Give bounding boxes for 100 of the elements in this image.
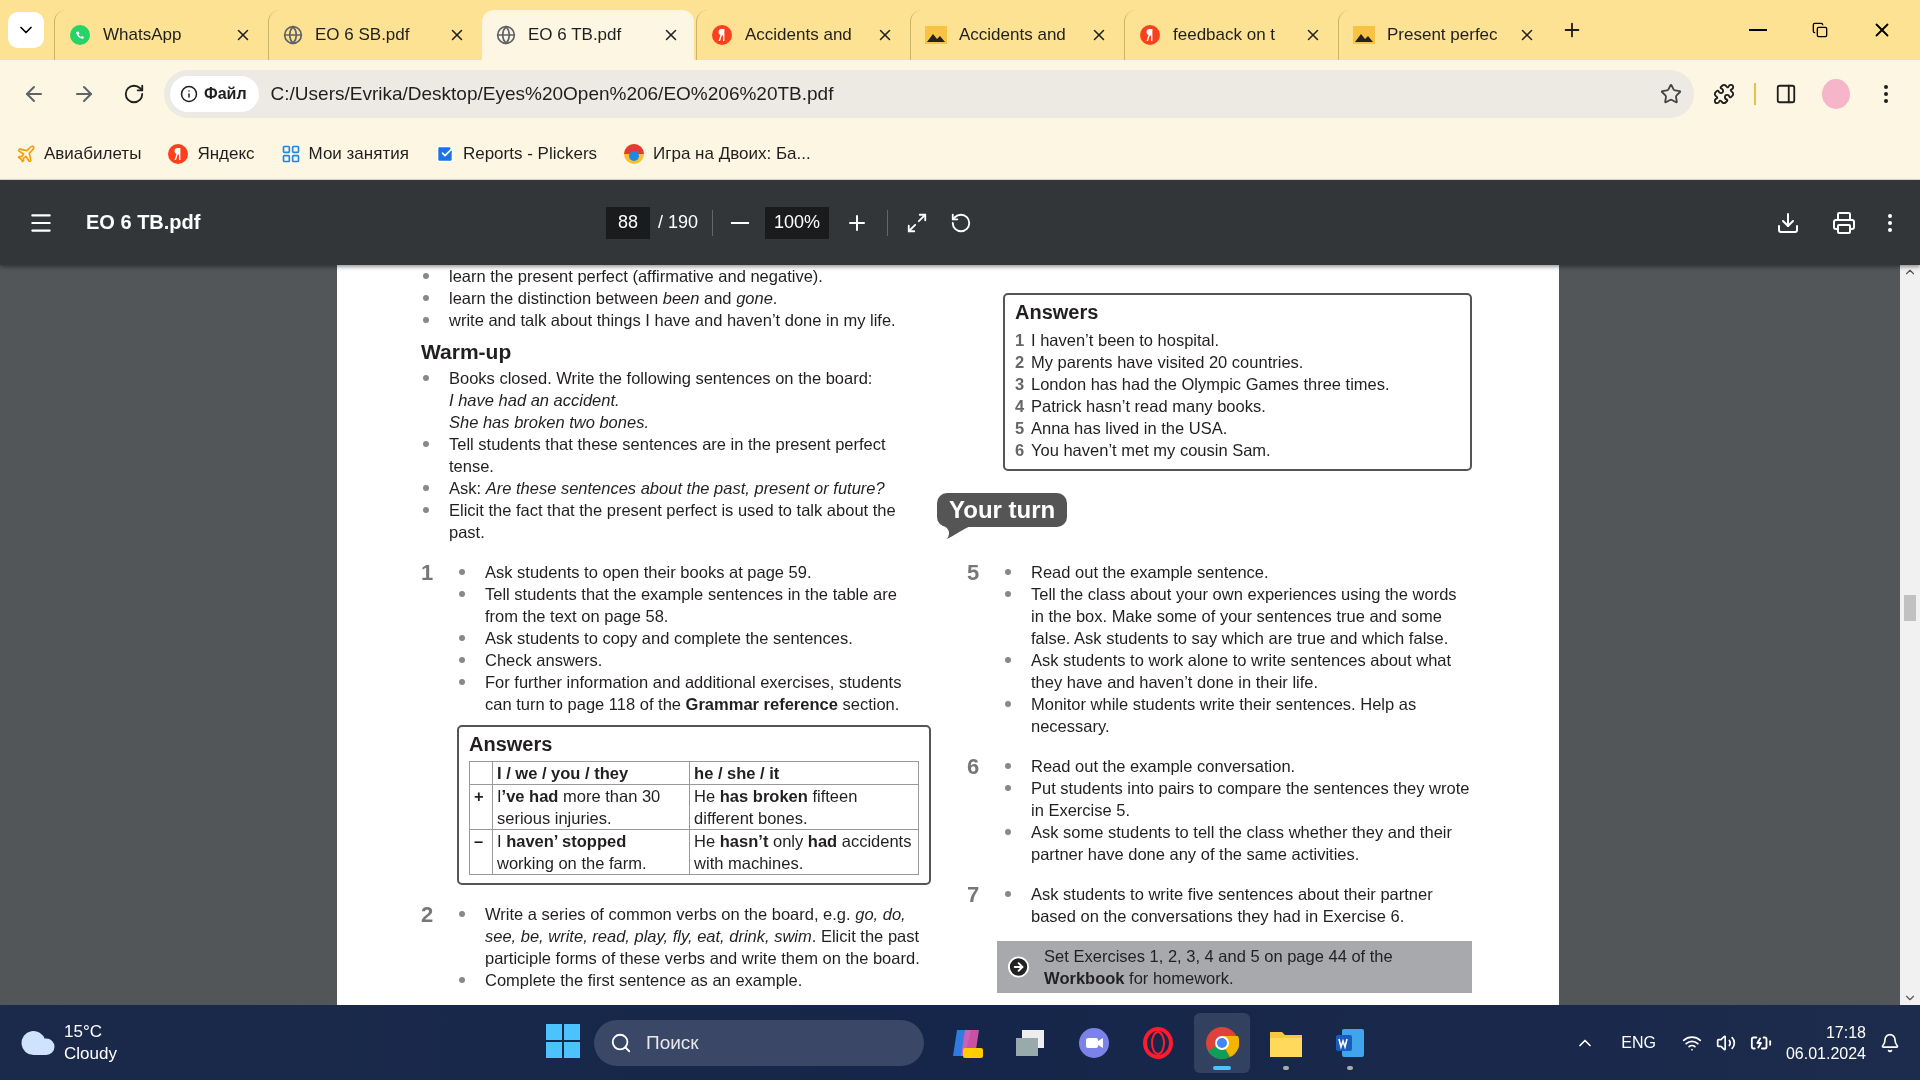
letter-logo-icon: [1139, 24, 1161, 46]
answers-heading: Answers: [1015, 301, 1100, 323]
bullet-text: Read out the example sentence.: [1031, 562, 1270, 583]
more-icon: [1884, 85, 1888, 103]
bullet-text: For further information and additional exercises, students can turn to page 118 of the Grammar reference section.: [485, 672, 903, 715]
example-sentence: She has broken two bones.: [449, 413, 649, 431]
bullet-icon: [459, 679, 465, 685]
bullet-text: Write a series of common verbs on the board, e.g. go, do, see, be, write, read, play, fly, eat, drink, swim. Elicit the past participle forms of these verbs and write them on the board.: [485, 904, 921, 969]
answer-number: 6: [1015, 440, 1026, 461]
tab-title: Present perfec: [1387, 25, 1499, 45]
bullet-text: write and talk about things I have and haven’t done in my life.: [449, 311, 896, 329]
bullet-text: Tell students that these sentences are in the present perfect tense.: [449, 435, 886, 475]
bookmark-link[interactable]: Игра на Двоих: Ба...: [623, 142, 811, 165]
answer-text: My parents have visited 20 countries.: [1031, 352, 1305, 373]
volume-icon[interactable]: [1715, 1032, 1736, 1053]
bullet-text: Monitor while students write their sentences. Help as necessary.: [1031, 694, 1418, 737]
bookmark-link[interactable]: Reports - Plickers: [434, 143, 598, 164]
page-number-field[interactable]: 88: [606, 206, 650, 239]
document-title: EO 6 TB.pdf: [86, 211, 202, 234]
exercise-number: 7: [967, 883, 981, 909]
picture-icon: [1353, 26, 1375, 44]
avatar-icon: [1822, 79, 1850, 109]
tab-title: Accidents and: [745, 25, 853, 45]
bullet-icon: [1005, 829, 1011, 835]
tab-title: EO 6 TB.pdf: [528, 25, 623, 45]
picture-icon: [925, 26, 947, 44]
notification-bell-icon[interactable]: [1880, 1032, 1900, 1053]
windows-logo-icon: [546, 1024, 580, 1058]
bookmark-link[interactable]: Мои занятия: [280, 143, 409, 164]
weather-condition: Cloudy: [64, 1042, 117, 1065]
taskbar-app-button[interactable]: [1194, 1012, 1250, 1073]
bullet-icon: [423, 273, 429, 279]
bullet-text: Complete the first sentence as an example.: [485, 970, 804, 991]
scrollbar[interactable]: [1900, 265, 1920, 1005]
bullet-icon: [1005, 701, 1011, 707]
browser-logo-icon: [1205, 1025, 1239, 1060]
language-indicator[interactable]: ENG: [1621, 1033, 1656, 1052]
globe-icon: [496, 25, 516, 45]
rotate-icon: [950, 211, 973, 234]
zoom-field[interactable]: 100%: [765, 206, 830, 239]
search-field[interactable]: Поиск: [644, 1030, 908, 1055]
tab-title: WhatsApp: [103, 25, 183, 45]
bullet-text: Elicit the fact that the present perfect is used to talk about the past.: [449, 501, 896, 541]
ball-icon: [623, 142, 646, 165]
video-chat-icon: [1078, 1026, 1110, 1059]
bullet-icon: [459, 911, 465, 917]
bullet-text: Ask students to write five sentences about their partner based on the conversations they had in Exercise 6.: [1031, 884, 1434, 927]
bullet-text: Put students into pairs to compare the sentences they wrote in Exercise 5.: [1031, 778, 1471, 821]
letter-logo-icon: [711, 24, 733, 46]
tab-title: EO 6 SB.pdf: [315, 25, 411, 45]
bullet-text: Ask some students to tell the class whether they and their partner have done any of the same activities.: [1031, 822, 1453, 865]
bullet-icon: [459, 977, 465, 983]
scrollbar-thumb[interactable]: [1904, 595, 1916, 621]
example-sentence: I have had an accident.: [449, 391, 620, 409]
search-bar[interactable]: Поиск: [594, 1019, 924, 1066]
homework-text: Set Exercises 1, 2, 3, 4 and 5 on page 44 of the Workbook for homework.: [1044, 946, 1394, 989]
bullet-icon: [1005, 763, 1011, 769]
bullet-text: learn the distinction between been and gone.: [449, 289, 778, 307]
sign-cell: +: [469, 784, 493, 830]
bullet-text: Ask: Are these sentences about the past, present or future?: [449, 479, 885, 497]
address-bar[interactable]: Файл C:/Users/Evrika/Desktop/Eyes%20Open%206/EO%206%20TB.pdf: [164, 70, 1694, 118]
answer-number: 3: [1015, 374, 1026, 395]
more-icon: [1888, 213, 1892, 232]
table-cell: He has broken fifteen different bones.: [689, 784, 919, 830]
answers-heading: Answers: [469, 733, 554, 755]
document-app-icon: [1334, 1026, 1366, 1059]
bookmark-star-icon[interactable]: [1660, 83, 1682, 105]
puzzle-icon: [1713, 83, 1735, 105]
bullet-text: Check answers.: [485, 650, 604, 671]
clock[interactable]: 17:18 06.01.2024: [1785, 1021, 1866, 1064]
download-icon: [1776, 210, 1800, 235]
bookmark-link[interactable]: Яндекс: [167, 142, 255, 165]
info-icon: [180, 85, 198, 103]
site-info-chip[interactable]: Файл: [170, 76, 259, 112]
answer-text: You haven’t met my cousin Sam.: [1031, 440, 1272, 461]
table-header: I / we / you / they: [492, 761, 690, 785]
temperature: 15°C: [64, 1020, 103, 1043]
browser-tab[interactable]: EO 6 TB.pdf: [482, 10, 694, 60]
table-header: he / she / it: [689, 761, 919, 785]
printer-icon: [1832, 210, 1856, 235]
answer-text: Patrick hasn’t read many books.: [1031, 396, 1267, 417]
tab-title: Accidents and: [959, 25, 1067, 45]
table-cell: He hasn’t only had accidents with machines.: [689, 829, 919, 875]
fit-page-icon: [906, 211, 929, 234]
bullet-text: Tell the class about your own experiences using the words in the box. Make some of your sentences true and some false. Ask students to say which are true and which false.: [1031, 584, 1458, 649]
bullet-text: Books closed. Write the following sentences on the board:: [449, 369, 873, 387]
minus-icon: [1749, 29, 1767, 31]
answer-text: Anna has lived in the USA.: [1031, 418, 1229, 439]
answer-number: 1: [1015, 330, 1026, 351]
sign-cell: –: [469, 829, 493, 875]
table-cell: I’ve had more than 30 serious injuries.: [492, 784, 690, 830]
bullet-icon: [1005, 591, 1011, 597]
bookmark-link[interactable]: Авиабилеты: [16, 143, 142, 164]
reload-icon: [123, 83, 145, 105]
tab-title: feedback on t: [1173, 25, 1277, 45]
bullet-icon: [423, 375, 429, 381]
bullet-text: Ask students to copy and complete the sentences.: [485, 628, 854, 649]
restore-icon: [1812, 22, 1828, 38]
answer-text: I haven’t been to hospital.: [1031, 330, 1221, 351]
answer-text: London has had the Olympic Games three times.: [1031, 374, 1391, 395]
